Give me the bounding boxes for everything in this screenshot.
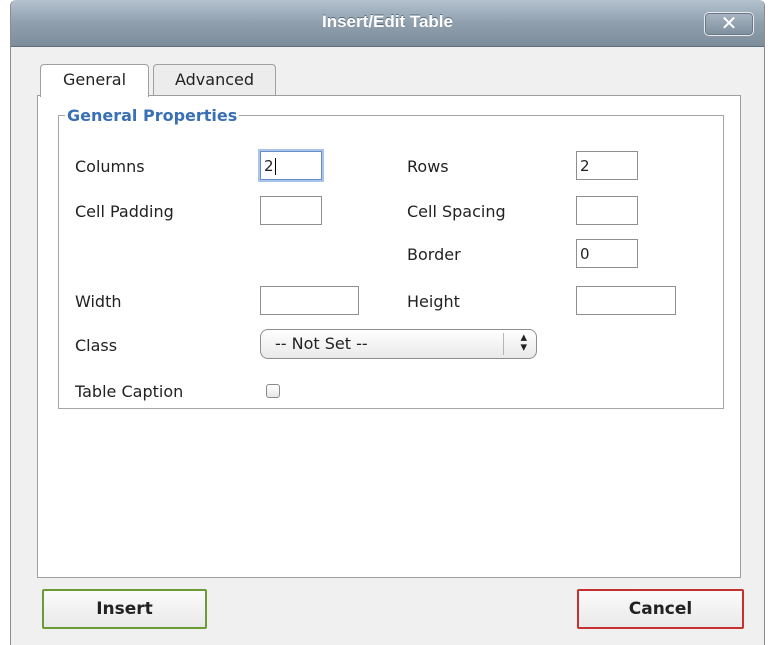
columns-value: 2 <box>264 157 274 175</box>
up-down-arrows-icon: ▴ ▾ <box>520 330 527 355</box>
general-properties-group: General Properties Columns 2 Rows 2 Cell… <box>58 106 724 409</box>
close-button[interactable]: ✕ <box>704 11 754 36</box>
width-label: Width <box>75 292 122 311</box>
cell-padding-input[interactable] <box>260 196 322 225</box>
columns-label: Columns <box>75 157 145 176</box>
border-label: Border <box>407 245 461 264</box>
cancel-button[interactable]: Cancel <box>577 589 744 629</box>
select-divider <box>503 333 504 355</box>
table-caption-checkbox[interactable] <box>266 384 280 398</box>
class-label: Class <box>75 336 118 355</box>
border-input[interactable]: 0 <box>576 239 638 268</box>
columns-input[interactable]: 2 <box>260 151 322 180</box>
class-select[interactable]: -- Not Set -- ▴ ▾ <box>260 329 537 359</box>
height-input[interactable] <box>576 286 676 315</box>
rows-input[interactable]: 2 <box>576 151 638 180</box>
cell-spacing-label: Cell Spacing <box>407 202 506 221</box>
general-tab-panel: General Properties Columns 2 Rows 2 Cell… <box>37 95 741 578</box>
cell-spacing-input[interactable] <box>576 196 638 225</box>
close-icon: ✕ <box>720 11 738 35</box>
tab-general-label: General <box>62 70 127 89</box>
dialog-title: Insert/Edit Table <box>322 12 453 31</box>
cell-padding-label: Cell Padding <box>75 202 174 221</box>
tab-advanced[interactable]: Advanced <box>153 64 276 96</box>
tab-general[interactable]: General <box>40 64 149 97</box>
text-caret <box>274 158 276 175</box>
tab-advanced-label: Advanced <box>174 70 255 89</box>
height-label: Height <box>407 292 460 311</box>
general-properties-legend: General Properties <box>67 106 238 125</box>
width-input[interactable] <box>260 286 359 315</box>
insert-button[interactable]: Insert <box>42 589 207 629</box>
rows-label: Rows <box>407 157 449 176</box>
title-bar[interactable]: Insert/Edit Table ✕ <box>11 0 764 47</box>
table-caption-label: Table Caption <box>75 382 184 401</box>
insert-edit-table-dialog: Insert/Edit Table ✕ General Advanced Gen… <box>10 0 765 645</box>
class-selected-value: -- Not Set -- <box>275 334 368 353</box>
